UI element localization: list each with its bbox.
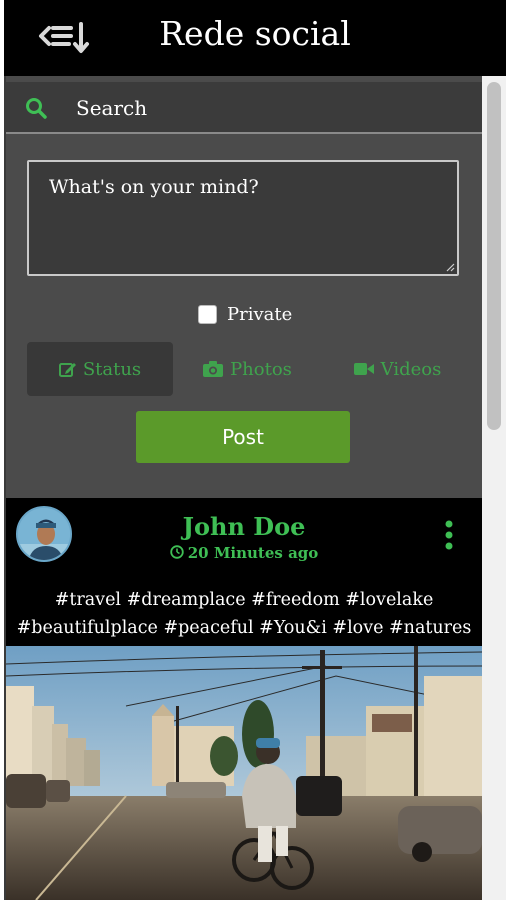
camera-icon: [203, 361, 224, 377]
post-type-tabs: Status Photos Videos: [27, 342, 459, 396]
private-label: Private: [227, 303, 293, 325]
resize-handle-icon[interactable]: [445, 262, 455, 272]
post-timestamp: 20 Minutes ago: [6, 544, 482, 563]
feed-post: John Doe 20 Minutes ago #travel #dreampl…: [6, 498, 482, 900]
private-option: Private: [198, 302, 292, 326]
tab-status[interactable]: Status: [27, 342, 173, 396]
hashtags-line-2: #beautifulplace #peaceful #You&i #love #…: [16, 618, 472, 638]
app-header: Rede social: [4, 0, 506, 76]
tab-videos[interactable]: Videos: [337, 342, 457, 396]
post-composer: What's on your mind? Private Status Phot…: [6, 136, 482, 498]
post-author-name[interactable]: John Doe: [6, 512, 482, 541]
post-photo[interactable]: [6, 646, 482, 900]
tab-photos-label: Photos: [230, 358, 292, 380]
search-icon: [26, 98, 47, 119]
tab-videos-label: Videos: [380, 358, 442, 380]
post-button[interactable]: Post: [136, 411, 350, 463]
post-hashtags: #travel #dreamplace #freedom #lovelake #…: [6, 586, 482, 642]
private-checkbox[interactable]: [198, 304, 217, 324]
clock-icon: [170, 545, 184, 563]
page-title: Rede social: [159, 14, 351, 53]
tab-status-label: Status: [82, 358, 142, 380]
edit-icon: [58, 363, 76, 377]
hashtags-line-1: #travel #dreamplace #freedom #lovelake: [54, 590, 434, 610]
more-options-icon[interactable]: [444, 520, 454, 550]
video-icon: [353, 363, 374, 375]
status-textarea[interactable]: What's on your mind?: [27, 160, 459, 276]
main-content: Search What's on your mind? Private Stat…: [6, 76, 482, 900]
post-time-text: 20 Minutes ago: [187, 544, 319, 562]
search-input[interactable]: Search: [76, 96, 147, 120]
tab-photos[interactable]: Photos: [187, 342, 307, 396]
status-placeholder: What's on your mind?: [49, 176, 259, 198]
scrollbar-thumb[interactable]: [487, 82, 501, 430]
post-photo-image: [6, 646, 482, 900]
search-bar[interactable]: Search: [6, 82, 482, 134]
